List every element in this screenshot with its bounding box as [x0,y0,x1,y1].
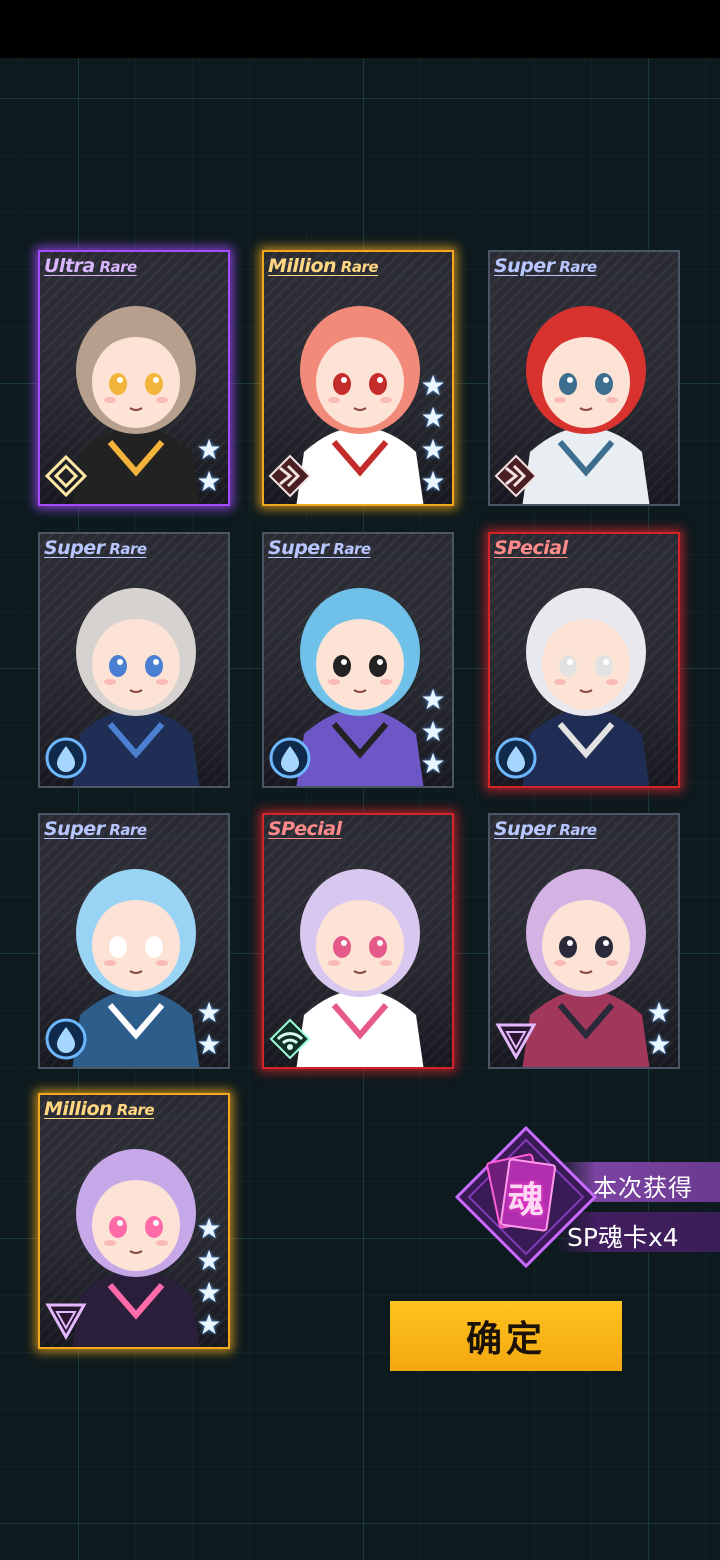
rarity-label: Super Rare [494,255,597,277]
character-card[interactable]: Million Rare ★ ★ ★ ★ [262,250,454,506]
star-icon: ★ [420,465,446,498]
rarity-label-main: Super [44,537,105,559]
rarity-label-main: Million [44,1098,113,1120]
star-icon: ★ [196,1276,222,1309]
star-icon: ★ [196,1244,222,1277]
star-rating: ★ ★ [644,997,674,1061]
triangle-badge-icon [494,1017,538,1061]
rarity-label-suffix: Rare [336,258,379,276]
rarity-label-main: Super [494,818,555,840]
star-icon: ★ [196,1308,222,1341]
character-card[interactable]: SPecial [262,813,454,1069]
character-card[interactable]: Super Rare [38,532,230,788]
rarity-label-main: Ultra [44,255,95,277]
rarity-label-main: Super [494,255,555,277]
reward-title: 本次获得 [593,1174,693,1202]
star-icon: ★ [420,433,446,466]
star-icon: ★ [420,401,446,434]
star-icon: ★ [196,1212,222,1245]
rarity-label-main: Super [44,818,105,840]
rarity-label-suffix: Rare [112,1101,155,1119]
reward-panel: 魂 本次获得 SP魂卡x4 [455,1126,720,1268]
character-card[interactable]: Ultra Rare ★ ★ [38,250,230,506]
star-icon: ★ [646,1028,672,1061]
character-card[interactable]: Super Rare ★ ★ ★ [262,532,454,788]
rarity-label-suffix: Rare [104,821,147,839]
star-rating: ★ ★ ★ ★ [418,370,448,498]
rarity-label: Super Rare [494,818,597,840]
rarity-label: SPecial [494,537,568,559]
rarity-label-suffix: Rare [554,821,597,839]
star-icon: ★ [196,433,222,466]
reward-subtitle: SP魂卡x4 [567,1223,679,1252]
star-rating: ★ ★ ★ ★ [194,1213,224,1341]
character-card[interactable]: Super Rare [488,250,680,506]
star-icon: ★ [420,683,446,716]
rarity-label-main: Super [268,537,329,559]
star-icon: ★ [646,996,672,1029]
rarity-label: Super Rare [268,537,371,559]
character-card[interactable]: Super Rare ★ ★ [488,813,680,1069]
rarity-label: Million Rare [44,1098,155,1120]
rank-stripes-icon [268,454,312,498]
rarity-label-suffix: Rare [554,258,597,276]
rarity-label: Super Rare [44,537,147,559]
star-rating: ★ ★ [194,997,224,1061]
rarity-label-main: Million [268,255,337,277]
rarity-label: Super Rare [44,818,147,840]
character-card[interactable]: SPecial [488,532,680,788]
star-icon: ★ [196,465,222,498]
rarity-label-main: SPecial [268,818,342,840]
star-icon: ★ [196,1028,222,1061]
water-drop-badge-icon [268,736,312,780]
wifi-badge-icon [268,1017,312,1061]
rarity-label-suffix: Rare [94,258,137,276]
confirm-button[interactable]: 确定 [390,1301,622,1371]
water-drop-badge-icon [44,1017,88,1061]
diamond-badge-icon [44,454,88,498]
character-card[interactable]: Super Rare ★ ★ [38,813,230,1069]
rarity-label: Ultra Rare [44,255,137,277]
star-icon: ★ [420,715,446,748]
status-bar [0,0,720,58]
rarity-label-suffix: Rare [104,540,147,558]
water-drop-badge-icon [494,736,538,780]
character-card[interactable]: Million Rare ★ ★ ★ ★ [38,1093,230,1349]
rarity-label-suffix: Rare [328,540,371,558]
star-rating: ★ ★ ★ [418,684,448,780]
star-icon: ★ [420,369,446,402]
star-icon: ★ [196,996,222,1029]
soul-glyph: 魂 [507,1180,544,1221]
water-drop-badge-icon [44,736,88,780]
rank-stripes-icon [494,454,538,498]
star-icon: ★ [420,747,446,780]
star-rating: ★ ★ [194,434,224,498]
rarity-label: Million Rare [268,255,379,277]
triangle-badge-icon [44,1297,88,1341]
rarity-label-main: SPecial [494,537,568,559]
rarity-label: SPecial [268,818,342,840]
